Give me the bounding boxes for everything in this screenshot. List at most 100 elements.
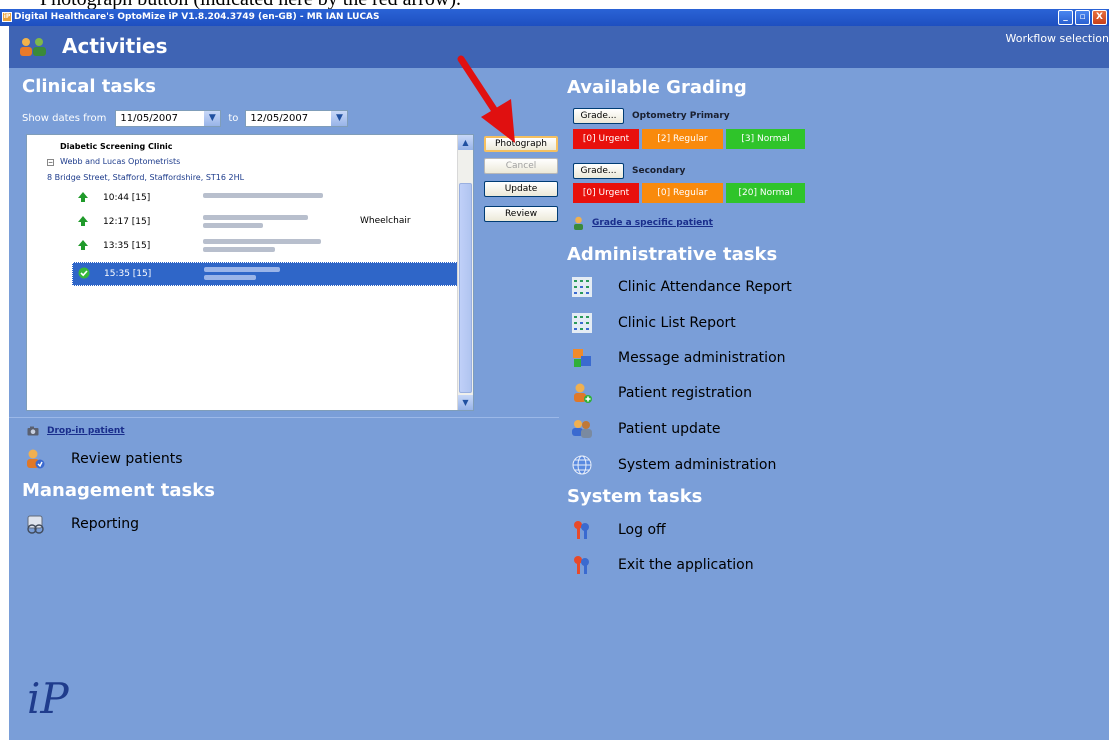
review-button[interactable]: Review xyxy=(484,206,558,222)
management-tasks-title: Management tasks xyxy=(22,480,215,501)
divider xyxy=(9,417,559,418)
administrative-tasks-title: Administrative tasks xyxy=(567,244,778,265)
drop-in-patient-link[interactable]: Drop-in patient xyxy=(27,426,125,436)
from-date-select[interactable]: 11/05/2007 ▼ xyxy=(115,110,222,127)
chevron-down-icon[interactable]: ▼ xyxy=(204,111,221,126)
redacted-patient xyxy=(203,239,321,244)
secondary-normal-count[interactable]: [20] Normal xyxy=(726,183,805,203)
primary-urgent-count[interactable]: [0] Urgent xyxy=(573,129,639,149)
primary-grade-button[interactable]: Grade... xyxy=(573,108,624,124)
primary-grade-label: Optometry Primary xyxy=(632,111,730,121)
redacted-patient xyxy=(203,223,263,228)
scroll-thumb[interactable] xyxy=(459,183,472,393)
appointment-row[interactable]: 10:44 [15] xyxy=(27,187,459,211)
patient-registration-item[interactable]: Patient registration xyxy=(571,382,752,404)
primary-grade-row: Grade... Optometry Primary xyxy=(573,108,730,124)
scroll-down-icon[interactable]: ▼ xyxy=(458,395,473,410)
page-title: Activities xyxy=(62,34,168,58)
patient-update-item[interactable]: Patient update xyxy=(571,418,721,440)
report-grid-icon xyxy=(572,313,592,333)
secondary-grade-counts: [0] Urgent [0] Regular [20] Normal xyxy=(573,183,805,203)
workflow-selection-link[interactable]: Workflow selection xyxy=(1006,32,1109,45)
review-patients-item[interactable]: Review patients xyxy=(24,448,183,470)
primary-normal-count[interactable]: [3] Normal xyxy=(726,129,805,149)
clinic-attendance-report-label: Clinic Attendance Report xyxy=(618,279,792,295)
appointment-note: Wheelchair xyxy=(360,216,411,226)
patient-icon xyxy=(574,216,583,230)
redacted-patient xyxy=(203,247,275,252)
secondary-grade-button[interactable]: Grade... xyxy=(573,163,624,179)
log-off-item[interactable]: Log off xyxy=(571,519,666,541)
window-titlebar[interactable]: iP Digital Healthcare's OptoMize iP V1.8… xyxy=(0,9,1109,26)
clinic-attendance-report-item[interactable]: Clinic Attendance Report xyxy=(571,276,792,298)
appointment-row[interactable]: 12:17 [15] Wheelchair xyxy=(27,211,459,235)
primary-regular-count[interactable]: [2] Regular xyxy=(642,129,723,149)
appointment-time: 12:17 [15] xyxy=(103,217,151,227)
to-label: to xyxy=(228,113,239,124)
clinical-tasks-title: Clinical tasks xyxy=(22,76,156,97)
ip-logo: iP xyxy=(27,674,69,723)
update-button[interactable]: Update xyxy=(484,181,558,197)
main-panel: Activities Workflow selection Clinical t… xyxy=(9,26,1109,740)
drop-in-label: Drop-in patient xyxy=(47,426,125,436)
window-title: Digital Healthcare's OptoMize iP V1.8.20… xyxy=(14,12,380,22)
patient-add-icon xyxy=(574,383,592,403)
message-administration-item[interactable]: Message administration xyxy=(571,347,786,369)
date-filter: Show dates from 11/05/2007 ▼ to 12/05/20… xyxy=(22,110,349,127)
up-arrow-icon xyxy=(78,240,88,250)
clinic-list-report-label: Clinic List Report xyxy=(618,315,736,331)
reporting-item[interactable]: Reporting xyxy=(24,513,139,535)
restore-button[interactable]: ▫ xyxy=(1075,10,1090,25)
review-patients-label: Review patients xyxy=(71,451,183,467)
people-icon xyxy=(20,38,46,56)
patient-update-icon xyxy=(572,420,592,438)
report-grid-icon xyxy=(572,277,592,297)
collapse-icon[interactable]: − xyxy=(47,159,54,166)
header: Activities Workflow selection xyxy=(9,26,1109,68)
to-date-value: 12/05/2007 xyxy=(250,113,309,124)
message-administration-label: Message administration xyxy=(618,350,786,366)
secondary-grade-row: Grade... Secondary xyxy=(573,163,685,179)
minimize-button[interactable]: _ xyxy=(1058,10,1073,25)
reporting-icon xyxy=(27,515,44,534)
appointment-time: 10:44 [15] xyxy=(103,193,151,203)
reporting-label: Reporting xyxy=(71,516,140,532)
redacted-patient xyxy=(204,267,280,272)
secondary-urgent-count[interactable]: [0] Urgent xyxy=(573,183,639,203)
system-administration-label: System administration xyxy=(618,457,777,473)
grade-specific-patient-label: Grade a specific patient xyxy=(592,218,713,228)
clinic-node[interactable]: Diabetic Screening Clinic xyxy=(60,142,173,151)
appointment-time: 13:35 [15] xyxy=(103,241,151,251)
redacted-patient xyxy=(203,193,323,198)
practice-node[interactable]: − Webb and Lucas Optometrists xyxy=(47,157,180,166)
primary-grade-counts: [0] Urgent [2] Regular [3] Normal xyxy=(573,129,805,149)
system-administration-item[interactable]: System administration xyxy=(571,454,776,476)
tree-scrollbar[interactable]: ▲ ▼ xyxy=(457,135,473,410)
available-grading-title: Available Grading xyxy=(567,77,747,98)
appointment-time: 15:35 [15] xyxy=(104,269,152,279)
appointment-tree[interactable]: Diabetic Screening Clinic − Webb and Luca… xyxy=(26,134,474,411)
patient-registration-label: Patient registration xyxy=(618,385,752,401)
clinic-list-report-item[interactable]: Clinic List Report xyxy=(571,312,736,334)
practice-label: Webb and Lucas Optometrists xyxy=(60,157,181,166)
chevron-down-icon[interactable]: ▼ xyxy=(331,111,348,126)
exit-application-item[interactable]: Exit the application xyxy=(571,554,754,576)
redacted-patient xyxy=(203,215,308,220)
log-off-label: Log off xyxy=(618,522,666,538)
patient-update-label: Patient update xyxy=(618,421,721,437)
grade-specific-patient-link[interactable]: Grade a specific patient xyxy=(573,216,713,230)
red-arrow-annotation xyxy=(457,55,515,143)
cancel-button[interactable]: Cancel xyxy=(484,158,558,174)
redacted-patient xyxy=(204,275,256,280)
globe-icon xyxy=(572,455,592,475)
keys-icon xyxy=(574,556,589,574)
up-arrow-icon xyxy=(78,192,88,202)
address-node[interactable]: 8 Bridge Street, Stafford, Staffordshire… xyxy=(47,173,244,182)
secondary-regular-count[interactable]: [0] Regular xyxy=(642,183,723,203)
camera-icon xyxy=(27,426,39,436)
appointment-row[interactable]: 13:35 [15] xyxy=(27,235,459,259)
show-dates-label: Show dates from xyxy=(22,113,107,124)
appointment-row-selected[interactable]: 15:35 [15] xyxy=(72,262,458,286)
close-button[interactable]: X xyxy=(1092,10,1107,25)
to-date-select[interactable]: 12/05/2007 ▼ xyxy=(245,110,349,127)
